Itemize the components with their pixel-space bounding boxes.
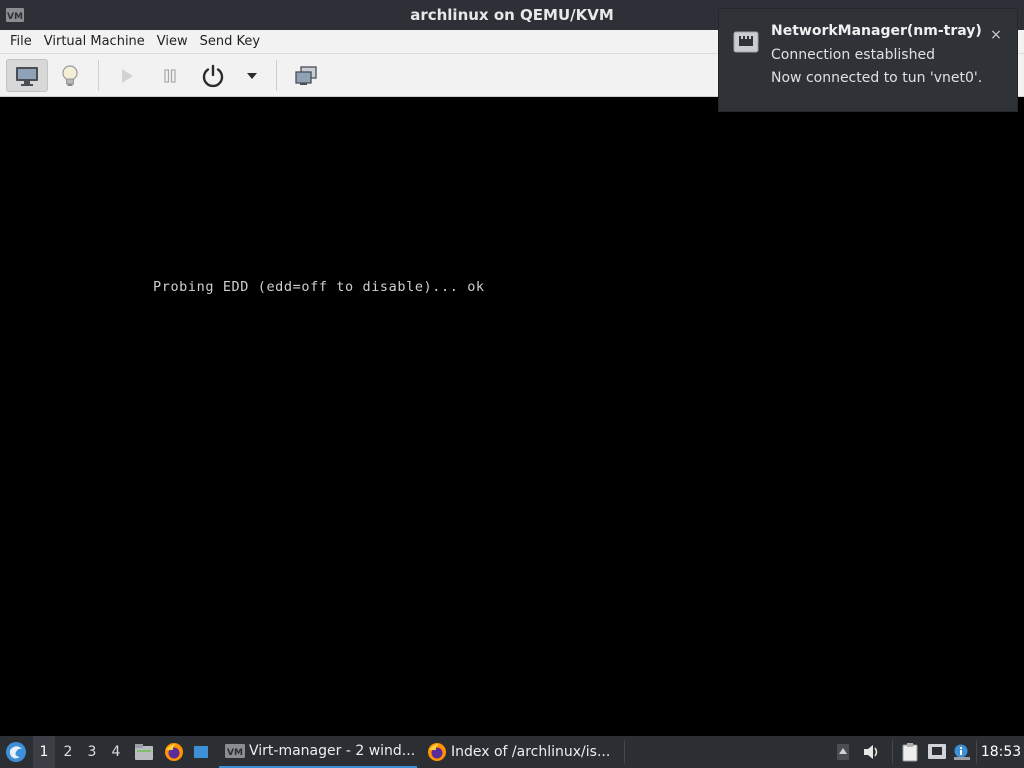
lightbulb-icon: [62, 64, 78, 86]
console-view-button[interactable]: [6, 59, 48, 92]
notification-title: NetworkManager(nm-tray): [771, 23, 982, 39]
chevron-down-icon: [247, 72, 257, 79]
menu-send-key[interactable]: Send Key: [194, 30, 266, 54]
console-text: Probing EDD (edd=off to disable)... ok: [153, 279, 485, 295]
virt-manager-icon[interactable]: VM: [6, 8, 24, 22]
task-label: Virt-manager - 2 wind...: [249, 743, 416, 759]
notification-close-button[interactable]: ×: [986, 25, 1006, 45]
start-menu-button[interactable]: [4, 736, 28, 768]
task-label: Index of /archlinux/is...: [451, 744, 611, 760]
taskbar-separator: [624, 740, 625, 764]
clipboard-tray-button[interactable]: [899, 736, 921, 768]
firefox-launcher[interactable]: [163, 736, 185, 768]
update-notifier-tray-button[interactable]: [952, 736, 972, 768]
taskbar: 1 2 3 4 VM Virt-manager - 2 wind... Inde…: [0, 736, 1024, 768]
notification-body-line1: Connection established: [771, 47, 935, 63]
virt-manager-icon: VM: [225, 744, 245, 758]
run-button[interactable]: [112, 59, 142, 92]
pause-button[interactable]: [155, 59, 185, 92]
fullscreen-button[interactable]: [290, 59, 322, 92]
firefox-icon: [165, 743, 183, 761]
task-firefox[interactable]: Index of /archlinux/is...: [425, 736, 620, 768]
firefox-icon: [428, 743, 446, 761]
svg-text:VM: VM: [227, 748, 243, 758]
workspace-2[interactable]: 2: [57, 736, 79, 768]
workspace-1[interactable]: 1: [33, 736, 55, 768]
clock[interactable]: 18:53: [981, 736, 1021, 768]
menu-file[interactable]: File: [4, 30, 38, 54]
play-icon: [122, 68, 133, 83]
lxqt-menu-icon: [6, 742, 26, 762]
shutdown-button[interactable]: [196, 59, 230, 92]
power-icon: [202, 64, 224, 87]
pause-icon: [164, 68, 176, 83]
taskbar-separator: [892, 740, 893, 764]
menu-virtual-machine[interactable]: Virtual Machine: [38, 30, 151, 54]
shutdown-menu-button[interactable]: [240, 59, 264, 92]
info-icon: [954, 744, 970, 760]
toolbar-separator: [276, 60, 277, 91]
vm-console[interactable]: Probing EDD (edd=off to disable)... ok: [2, 97, 1022, 736]
network-wired-icon: [733, 31, 759, 53]
show-desktop-button[interactable]: [193, 736, 209, 768]
tray-show-hidden-button[interactable]: [834, 736, 852, 768]
network-wired-icon: [928, 744, 946, 759]
details-view-button[interactable]: [52, 59, 88, 92]
volume-tray-button[interactable]: [862, 736, 882, 768]
chevron-up-icon: [837, 744, 849, 760]
workspace-4[interactable]: 4: [105, 736, 127, 768]
volume-icon: [864, 745, 878, 759]
desktop-icon: [194, 746, 208, 758]
fullscreen-icon: [295, 65, 317, 85]
taskbar-separator: [976, 740, 977, 764]
menu-view[interactable]: View: [151, 30, 194, 54]
notification-body-line2: Now connected to tun 'vnet0'.: [771, 70, 983, 86]
workspace-3[interactable]: 3: [81, 736, 103, 768]
file-manager-launcher[interactable]: [133, 736, 155, 768]
network-tray-button[interactable]: [926, 736, 948, 768]
clipboard-icon: [902, 743, 918, 762]
svg-text:VM: VM: [7, 12, 23, 22]
file-manager-icon: [135, 744, 153, 760]
window-title: archlinux on QEMU/KVM: [410, 6, 614, 24]
task-virt-manager[interactable]: VM Virt-manager - 2 wind...: [219, 736, 417, 768]
toolbar-separator: [98, 60, 99, 91]
monitor-icon: [16, 66, 38, 86]
notification-popup[interactable]: NetworkManager(nm-tray) Connection estab…: [718, 8, 1018, 112]
